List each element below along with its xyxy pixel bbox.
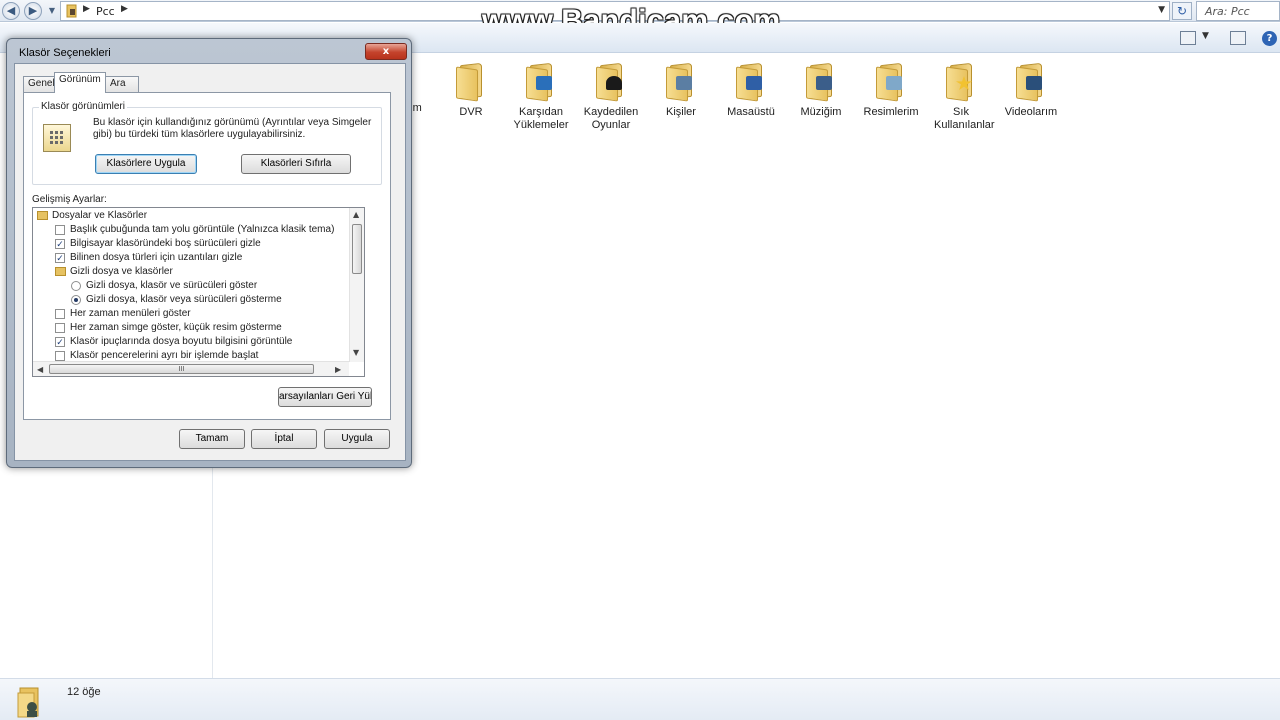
folder-label: Sık Kullanılanlar (934, 106, 995, 131)
pictures-folder-icon (874, 62, 908, 102)
folder-label: Kişiler (666, 106, 696, 118)
preview-pane-icon[interactable] (1230, 31, 1246, 45)
radio-unselected[interactable] (71, 281, 81, 291)
folder-label: Resimlerim (863, 106, 919, 118)
checkbox-checked[interactable]: ✓ (55, 253, 65, 263)
forward-button[interactable]: ▶ (24, 2, 42, 20)
videos-folder-icon (1014, 62, 1048, 102)
desktop-folder-icon (734, 62, 768, 102)
apply-button[interactable]: Uygula (324, 429, 390, 449)
tab-search[interactable]: Ara (105, 76, 139, 92)
advanced-settings-tree[interactable]: Dosyalar ve Klasörler Başlık çubuğunda t… (32, 207, 365, 377)
folder-label: Müziğim (800, 106, 842, 118)
user-folder-icon (17, 687, 39, 718)
checkbox-unchecked[interactable] (55, 351, 65, 361)
folder-icon (66, 4, 77, 18)
saved-games-folder-icon (594, 62, 628, 102)
reset-folders-button[interactable]: Klasörleri Sıfırla (241, 154, 351, 174)
contacts-folder-icon (664, 62, 698, 102)
search-input[interactable]: Ara: Pcc (1196, 1, 1280, 21)
dialog-body: Genel Görünüm Ara Klasör görünümleri Bu … (14, 63, 406, 461)
group-description: Bu klasör için kullandığınız görünümü (A… (93, 117, 372, 140)
folder-item-pictures[interactable]: Resimlerim (856, 62, 926, 119)
folder-item-contacts[interactable]: Kişiler (646, 62, 716, 119)
folder-icon (454, 62, 488, 102)
folder-item-saved-games[interactable]: Kaydedilen Oyunlar (576, 62, 646, 132)
folder-item-favorites[interactable]: Sık Kullanılanlar (926, 62, 996, 132)
folder-label: DVR (459, 106, 483, 118)
folder-options-dialog: Klasör Seçenekleri x Genel Görünüm Ara K… (6, 38, 412, 468)
breadcrumb-separator: ▶ (83, 4, 90, 14)
checkbox-checked[interactable]: ✓ (55, 337, 65, 347)
folder-icon (37, 211, 48, 220)
horizontal-scrollbar[interactable]: ◀ III ▶ (33, 361, 349, 376)
folder-label: Karşıdan Yüklemeler (513, 106, 569, 131)
search-placeholder: Ara: Pcc (1205, 5, 1250, 18)
downloads-folder-icon (524, 62, 558, 102)
radio-selected[interactable] (71, 295, 81, 305)
refresh-button[interactable]: ↻ (1172, 2, 1192, 20)
folder-label: Masaüstü (727, 106, 775, 118)
breadcrumb-item[interactable]: Pcc (96, 5, 115, 18)
tab-view[interactable]: Görünüm (54, 72, 106, 93)
folder-views-group: Klasör görünümleri Bu klasör için kullan… (32, 101, 382, 185)
status-bar: 12 öğe (0, 678, 1280, 720)
folder-item-desktop[interactable]: Masaüstü (716, 62, 786, 119)
cancel-button[interactable]: İptal (251, 429, 317, 449)
address-dropdown[interactable]: ▼ (1158, 5, 1165, 15)
checkbox-checked[interactable]: ✓ (55, 239, 65, 249)
folder-item-dvr[interactable]: DVR (436, 62, 506, 119)
scroll-down-icon[interactable]: ▼ (353, 348, 359, 357)
checkbox-unchecked[interactable] (55, 225, 65, 235)
view-tab-panel: Klasör görünümleri Bu klasör için kullan… (23, 92, 391, 420)
checkbox-unchecked[interactable] (55, 309, 65, 319)
folder-item-downloads[interactable]: Karşıdan Yüklemeler (506, 62, 576, 132)
recent-pages-dropdown[interactable]: ▼ (47, 4, 57, 18)
vertical-scrollbar[interactable]: ▲ ▼ (349, 208, 364, 362)
folder-label: Videolarım (1004, 106, 1058, 118)
scroll-up-icon[interactable]: ▲ (353, 210, 359, 219)
scrollbar-thumb[interactable]: III (49, 364, 314, 374)
back-button[interactable]: ◀ (2, 2, 20, 20)
help-icon[interactable]: ? (1262, 31, 1277, 46)
view-options-icon[interactable] (1180, 31, 1196, 45)
favorites-folder-icon (944, 62, 978, 102)
close-button[interactable]: x (365, 43, 407, 60)
apply-to-folders-button[interactable]: Klasörlere Uygula (95, 154, 197, 174)
music-folder-icon (804, 62, 838, 102)
checkbox-unchecked[interactable] (55, 323, 65, 333)
folder-item-videos[interactable]: Videolarım (996, 62, 1066, 119)
folder-item-music[interactable]: Müziğim (786, 62, 856, 119)
ok-button[interactable]: Tamam (179, 429, 245, 449)
folder-views-icon (43, 124, 71, 152)
scrollbar-thumb[interactable] (352, 224, 362, 274)
breadcrumb-separator[interactable]: ▶ (121, 4, 128, 14)
dialog-title: Klasör Seçenekleri (19, 47, 111, 59)
folder-label: Kaydedilen Oyunlar (583, 106, 639, 131)
item-count: 12 öğe (67, 686, 101, 698)
folder-icon (55, 267, 66, 276)
chevron-down-icon[interactable]: ▼ (1202, 31, 1209, 41)
restore-defaults-button[interactable]: arsayılanları Geri Yük (278, 387, 372, 407)
tab-general[interactable]: Genel (23, 76, 55, 92)
scroll-left-icon[interactable]: ◀ (37, 365, 43, 374)
group-title: Klasör görünümleri (39, 101, 127, 112)
scroll-right-icon[interactable]: ▶ (335, 365, 341, 374)
advanced-settings-label: Gelişmiş Ayarlar: (32, 194, 107, 205)
